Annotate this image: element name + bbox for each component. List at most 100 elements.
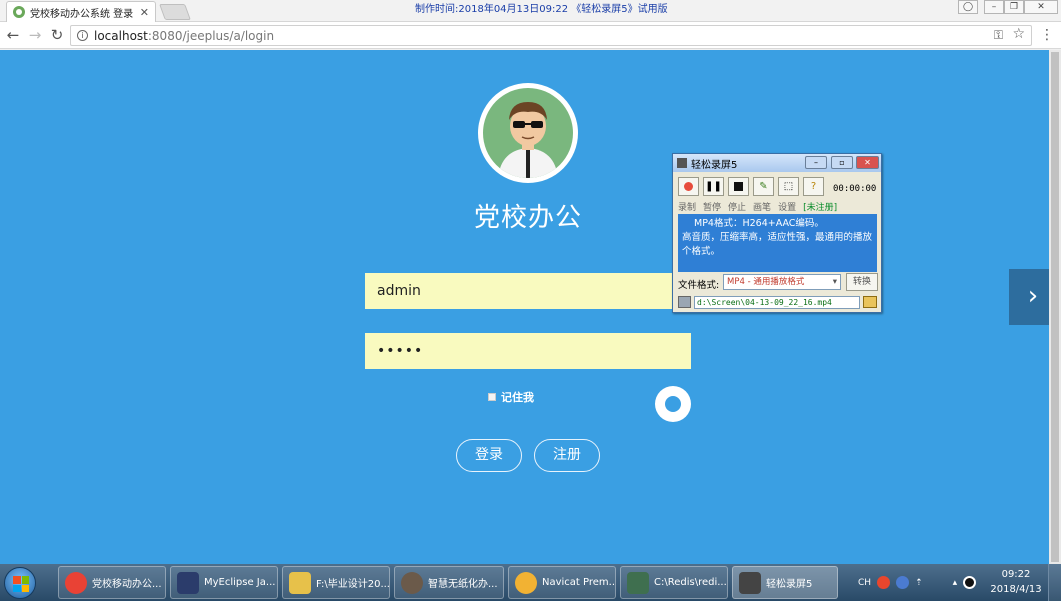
network-icon[interactable]: ⇡ [915,578,923,588]
label-record: 录制 [678,203,697,213]
page-scrollbar[interactable] [1049,50,1061,564]
unregistered-link[interactable]: [未注册] [803,200,837,213]
taskbar-item-label: Navicat Prem... [542,577,616,588]
app-icon [401,571,423,594]
help-tray-icon[interactable] [896,576,910,589]
format-info-line1: MP4格式：H264+AAC编码。 [694,218,824,229]
output-path-row: d:\Screen\04-13-09_22_16.mp4 [678,295,877,309]
taskbar-item-label: C:\Redis\redi... [654,577,727,588]
recorder-close-button[interactable]: ✕ [856,156,879,169]
label-pause: 暂停 [703,203,722,213]
format-select[interactable]: MP4 - 通用播放格式 ▾ [723,274,841,290]
recorder-titlebar[interactable]: 轻松录屏5 – ▫ ✕ [673,154,881,172]
register-button[interactable]: 注册 [534,439,600,472]
recording-caption: 制作时间:2018年04月13日09:22 《轻松录屏5》试用版 [415,4,668,15]
remember-me[interactable]: 记住我 [488,389,534,405]
tab-title: 党校移动办公系统 登录 [30,8,134,20]
taskbar-clock[interactable]: 09:22 2018/4/13 [990,567,1042,597]
format-label: 文件格式: [678,280,720,291]
help-button[interactable]: ? [803,177,824,196]
site-favicon-icon [13,6,25,18]
recorder-controls: ❚❚ ✎ ⬚ ? [678,177,828,196]
control-labels: 录制 暂停 停止 画笔 设置 [未注册] [678,200,837,213]
sogou-icon[interactable] [877,576,891,589]
loading-ring-icon [655,386,691,422]
browser-tab[interactable]: 党校移动办公系统 登录 ✕ [6,1,156,22]
folder-open-icon[interactable] [863,296,877,308]
taskbar-item-redis[interactable]: C:\Redis\redi... [620,566,728,599]
remember-label: 记住我 [501,391,534,404]
bookmark-star-icon[interactable]: ☆ [1012,26,1025,42]
help-icon: ? [810,181,817,192]
user-icon[interactable]: ◯ [958,0,978,14]
chrome-icon [65,571,87,594]
remember-checkbox[interactable] [488,393,496,401]
format-select-value: MP4 - 通用播放格式 [727,277,805,287]
login-button[interactable]: 登录 [456,439,522,472]
taskbar-item-smart-office[interactable]: 智慧无纸化办... [394,566,504,599]
taskbar-item-label: F:\毕业设计20... [316,579,390,590]
recorder-minimize-button[interactable]: – [805,156,827,169]
clock-time: 09:22 [1001,569,1031,580]
stop-button[interactable] [728,177,749,196]
label-stop: 停止 [728,203,747,213]
record-button[interactable] [678,177,699,196]
username-input[interactable]: admin [365,273,691,309]
new-tab-button[interactable] [159,4,191,20]
key-icon[interactable]: ⚿ [994,28,1003,43]
language-indicator[interactable]: CH [858,578,871,588]
taskbar-item-explorer[interactable]: F:\毕业设计20... [282,566,390,599]
recorder-icon [739,571,761,594]
clock-date: 2018/4/13 [990,584,1042,595]
tab-close-icon[interactable]: ✕ [140,6,149,19]
pause-button[interactable]: ❚❚ [703,177,724,196]
url-host: localhost [94,28,148,43]
save-disk-icon[interactable] [678,296,691,308]
output-path-field[interactable]: d:\Screen\04-13-09_22_16.mp4 [694,295,860,309]
back-arrow-icon[interactable]: ← [4,26,22,44]
recorder-restore-button[interactable]: ▫ [831,156,853,169]
browser-tabstrip: 党校移动办公系统 登录 ✕ 制作时间:2018年04月13日09:22 《轻松录… [0,0,1061,22]
pause-icon: ❚❚ [705,181,722,192]
taskbar-item-navicat[interactable]: Navicat Prem... [508,566,616,599]
taskbar-item-recorder[interactable]: 轻松录屏5 [732,566,838,599]
navicat-icon [515,571,537,594]
minimize-button[interactable]: – [984,0,1004,14]
qq-icon[interactable] [963,576,977,589]
recorder-window: 轻松录屏5 – ▫ ✕ ❚❚ ✎ ⬚ ? 00:00:00 录制 暂停 停止 画… [672,153,882,313]
address-bar[interactable]: i localhost :8080/jeeplus/a/login ⚿ ☆ [70,25,1032,46]
page-title: 党校办公 [473,203,582,233]
console-icon [627,571,649,594]
pen-button[interactable]: ✎ [753,177,774,196]
window-close-button[interactable]: ✕ [1024,0,1058,14]
url-path: :8080/jeeplus/a/login [147,28,275,43]
convert-button[interactable]: 转换 [846,273,878,291]
avatar [478,83,578,183]
taskbar-item-label: 党校移动办公... [92,579,162,590]
windows-logo-icon [13,576,29,592]
login-page: 党校办公 admin ••••• 记住我 登录 注册 › [0,50,1061,564]
browser-menu-icon[interactable]: ⋮ [1040,26,1054,44]
start-button[interactable] [4,567,36,599]
settings-icon: ⬚ [783,181,794,192]
tray-expand-icon[interactable]: ▴ [953,578,958,588]
pen-icon: ✎ [759,181,768,192]
restore-button[interactable]: ❐ [1004,0,1024,14]
taskbar-item-label: 智慧无纸化办... [428,579,498,590]
site-info-icon[interactable]: i [77,30,88,41]
forward-arrow-icon[interactable]: → [26,26,44,44]
stop-icon [734,182,743,191]
recorder-app-icon [677,158,687,168]
scrollbar-thumb[interactable] [1051,52,1059,562]
format-info-line2: 高音质，压缩率高，适应性强，最通用的播放个格式。 [682,232,873,257]
windows-taskbar: 党校移动办公... MyEclipse Ja... F:\毕业设计20... 智… [0,564,1061,601]
record-icon [684,182,693,191]
password-input[interactable]: ••••• [365,333,691,369]
format-info-panel: MP4格式：H264+AAC编码。 高音质，压缩率高，适应性强，最通用的播放个格… [678,214,877,272]
show-desktop-button[interactable] [1048,564,1061,601]
settings-button[interactable]: ⬚ [778,177,799,196]
label-pen: 画笔 [753,203,772,213]
taskbar-item-myeclipse[interactable]: MyEclipse Ja... [170,566,278,599]
reload-icon[interactable]: ↻ [48,26,66,44]
taskbar-item-chrome[interactable]: 党校移动办公... [58,566,166,599]
